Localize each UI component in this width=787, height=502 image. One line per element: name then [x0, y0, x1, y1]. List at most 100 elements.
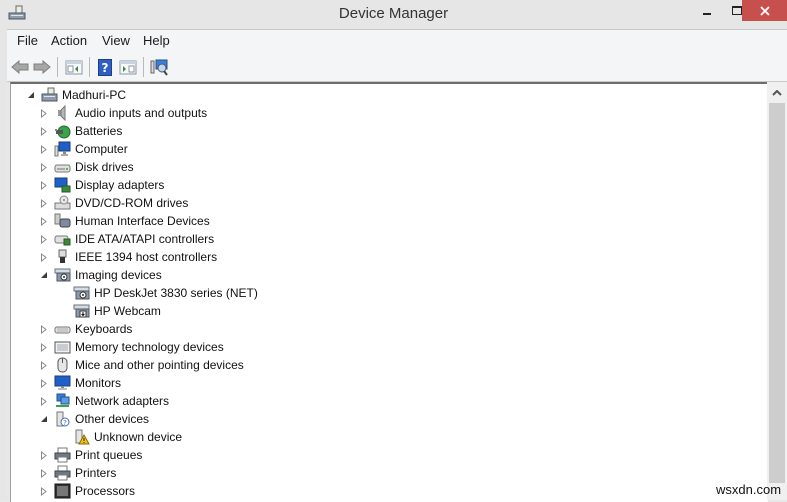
expand-toggle[interactable]: [38, 449, 50, 461]
expand-arrow-icon: [41, 396, 47, 406]
expand-toggle[interactable]: [38, 233, 50, 245]
maximize-icon: [732, 6, 742, 15]
minimize-icon: [703, 12, 711, 15]
expand-toggle[interactable]: [38, 161, 50, 173]
console-tree-button[interactable]: [64, 57, 84, 77]
display-adapter-icon: [54, 177, 71, 193]
back-button[interactable]: [10, 57, 30, 77]
help-button[interactable]: ?: [95, 57, 115, 77]
tree-item-label: HP Webcam: [94, 304, 161, 318]
tree-category[interactable]: Network adapters: [38, 392, 169, 410]
tree-category[interactable]: Disk drives: [38, 158, 134, 176]
arrow-right-icon: [33, 60, 51, 74]
expand-toggle[interactable]: [38, 179, 50, 191]
expand-toggle[interactable]: [38, 467, 50, 479]
tree-category[interactable]: Human Interface Devices: [38, 212, 210, 230]
tree-category[interactable]: Printers: [38, 464, 116, 482]
tree-item-label: Printers: [75, 466, 117, 480]
tree-item-label: Batteries: [75, 124, 123, 138]
expand-arrow-icon: [41, 234, 47, 244]
tree-root[interactable]: Madhuri-PC: [25, 86, 126, 104]
tree-category[interactable]: Monitors: [38, 374, 121, 392]
expand-toggle[interactable]: [38, 323, 50, 335]
unknown-device-warning-icon: [73, 429, 90, 445]
expand-toggle[interactable]: [38, 377, 50, 389]
processor-icon: [54, 483, 71, 499]
tree-item-label: Processors: [75, 484, 136, 498]
menu-help[interactable]: Help: [143, 33, 170, 48]
toolbar: ?: [7, 53, 787, 82]
tree-item-label: IDE ATA/ATAPI controllers: [75, 232, 215, 246]
device-tree: Madhuri-PC Audio inputs and outputs Batter…: [10, 82, 768, 502]
tree-item-label: Monitors: [75, 376, 122, 390]
tree-item-label: Madhuri-PC: [62, 88, 127, 102]
minimize-button[interactable]: [692, 0, 722, 21]
toolbar-separator: [143, 57, 144, 77]
collapse-toggle[interactable]: [25, 89, 37, 101]
expand-arrow-icon: [41, 252, 47, 262]
expand-toggle[interactable]: [38, 359, 50, 371]
tree-category[interactable]: Imaging devices: [38, 266, 162, 284]
expand-toggle[interactable]: [38, 215, 50, 227]
tree-category[interactable]: Display adapters: [38, 176, 164, 194]
tree-device[interactable]: HP DeskJet 3830 series (NET): [73, 284, 258, 302]
menu-view[interactable]: View: [102, 33, 130, 48]
tree-device[interactable]: HP Webcam: [73, 302, 161, 320]
mouse-icon: [54, 357, 71, 373]
tree-category[interactable]: IEEE 1394 host controllers: [38, 248, 217, 266]
arrow-left-icon: [11, 60, 29, 74]
action-pane-button[interactable]: [118, 57, 138, 77]
speaker-icon: [54, 105, 71, 121]
tree-category[interactable]: Processors: [38, 482, 135, 500]
vertical-scrollbar[interactable]: [767, 82, 787, 500]
expand-toggle[interactable]: [38, 197, 50, 209]
tree-category[interactable]: Computer: [38, 140, 128, 158]
tree-item-label: Computer: [75, 142, 128, 156]
expand-toggle[interactable]: [38, 395, 50, 407]
close-button[interactable]: [742, 0, 787, 21]
keyboard-icon: [54, 321, 71, 337]
tree-item-label: Other devices: [75, 412, 150, 426]
action-pane-icon: [119, 60, 137, 75]
scroll-thumb[interactable]: [769, 103, 785, 483]
expand-toggle[interactable]: [38, 251, 50, 263]
tree-category[interactable]: Mice and other pointing devices: [38, 356, 244, 374]
expand-arrow-icon: [41, 126, 47, 136]
collapse-arrow-icon: [41, 272, 47, 278]
collapse-toggle[interactable]: [38, 413, 50, 425]
printer-icon: [54, 465, 71, 481]
ieee1394-icon: [54, 249, 71, 265]
tree-category[interactable]: Memory technology devices: [38, 338, 224, 356]
tree-item-label: HP DeskJet 3830 series (NET): [94, 286, 258, 300]
menu-file[interactable]: File: [17, 33, 38, 48]
expand-toggle[interactable]: [38, 341, 50, 353]
tree-category[interactable]: Audio inputs and outputs: [38, 104, 207, 122]
tree-category[interactable]: Keyboards: [38, 320, 132, 338]
tree-category[interactable]: Print queues: [38, 446, 142, 464]
toolbar-separator: [57, 57, 58, 77]
tree-category[interactable]: ? Other devices: [38, 410, 149, 428]
tree-device[interactable]: Unknown device: [73, 428, 182, 446]
expand-toggle[interactable]: [38, 125, 50, 137]
expand-toggle[interactable]: [38, 143, 50, 155]
expand-toggle[interactable]: [38, 485, 50, 497]
tree-item-label: Print queues: [75, 448, 143, 462]
scroll-up-button[interactable]: [767, 84, 787, 102]
hid-icon: [54, 213, 71, 229]
svg-text:?: ?: [102, 61, 109, 75]
close-icon: [759, 5, 770, 16]
battery-icon: [54, 123, 71, 139]
scan-hardware-button[interactable]: [149, 57, 169, 77]
tree-category[interactable]: Batteries: [38, 122, 122, 140]
imaging-device-icon: [54, 267, 71, 283]
expand-arrow-icon: [41, 144, 47, 154]
tree-category[interactable]: DVD/CD-ROM drives: [38, 194, 188, 212]
expand-toggle[interactable]: [38, 107, 50, 119]
tree-category[interactable]: IDE ATA/ATAPI controllers: [38, 230, 214, 248]
chevron-up-icon: [772, 90, 782, 96]
other-devices-icon: ?: [54, 411, 71, 427]
forward-button[interactable]: [32, 57, 52, 77]
collapse-toggle[interactable]: [38, 269, 50, 281]
expand-arrow-icon: [41, 180, 47, 190]
menu-action[interactable]: Action: [51, 33, 87, 48]
